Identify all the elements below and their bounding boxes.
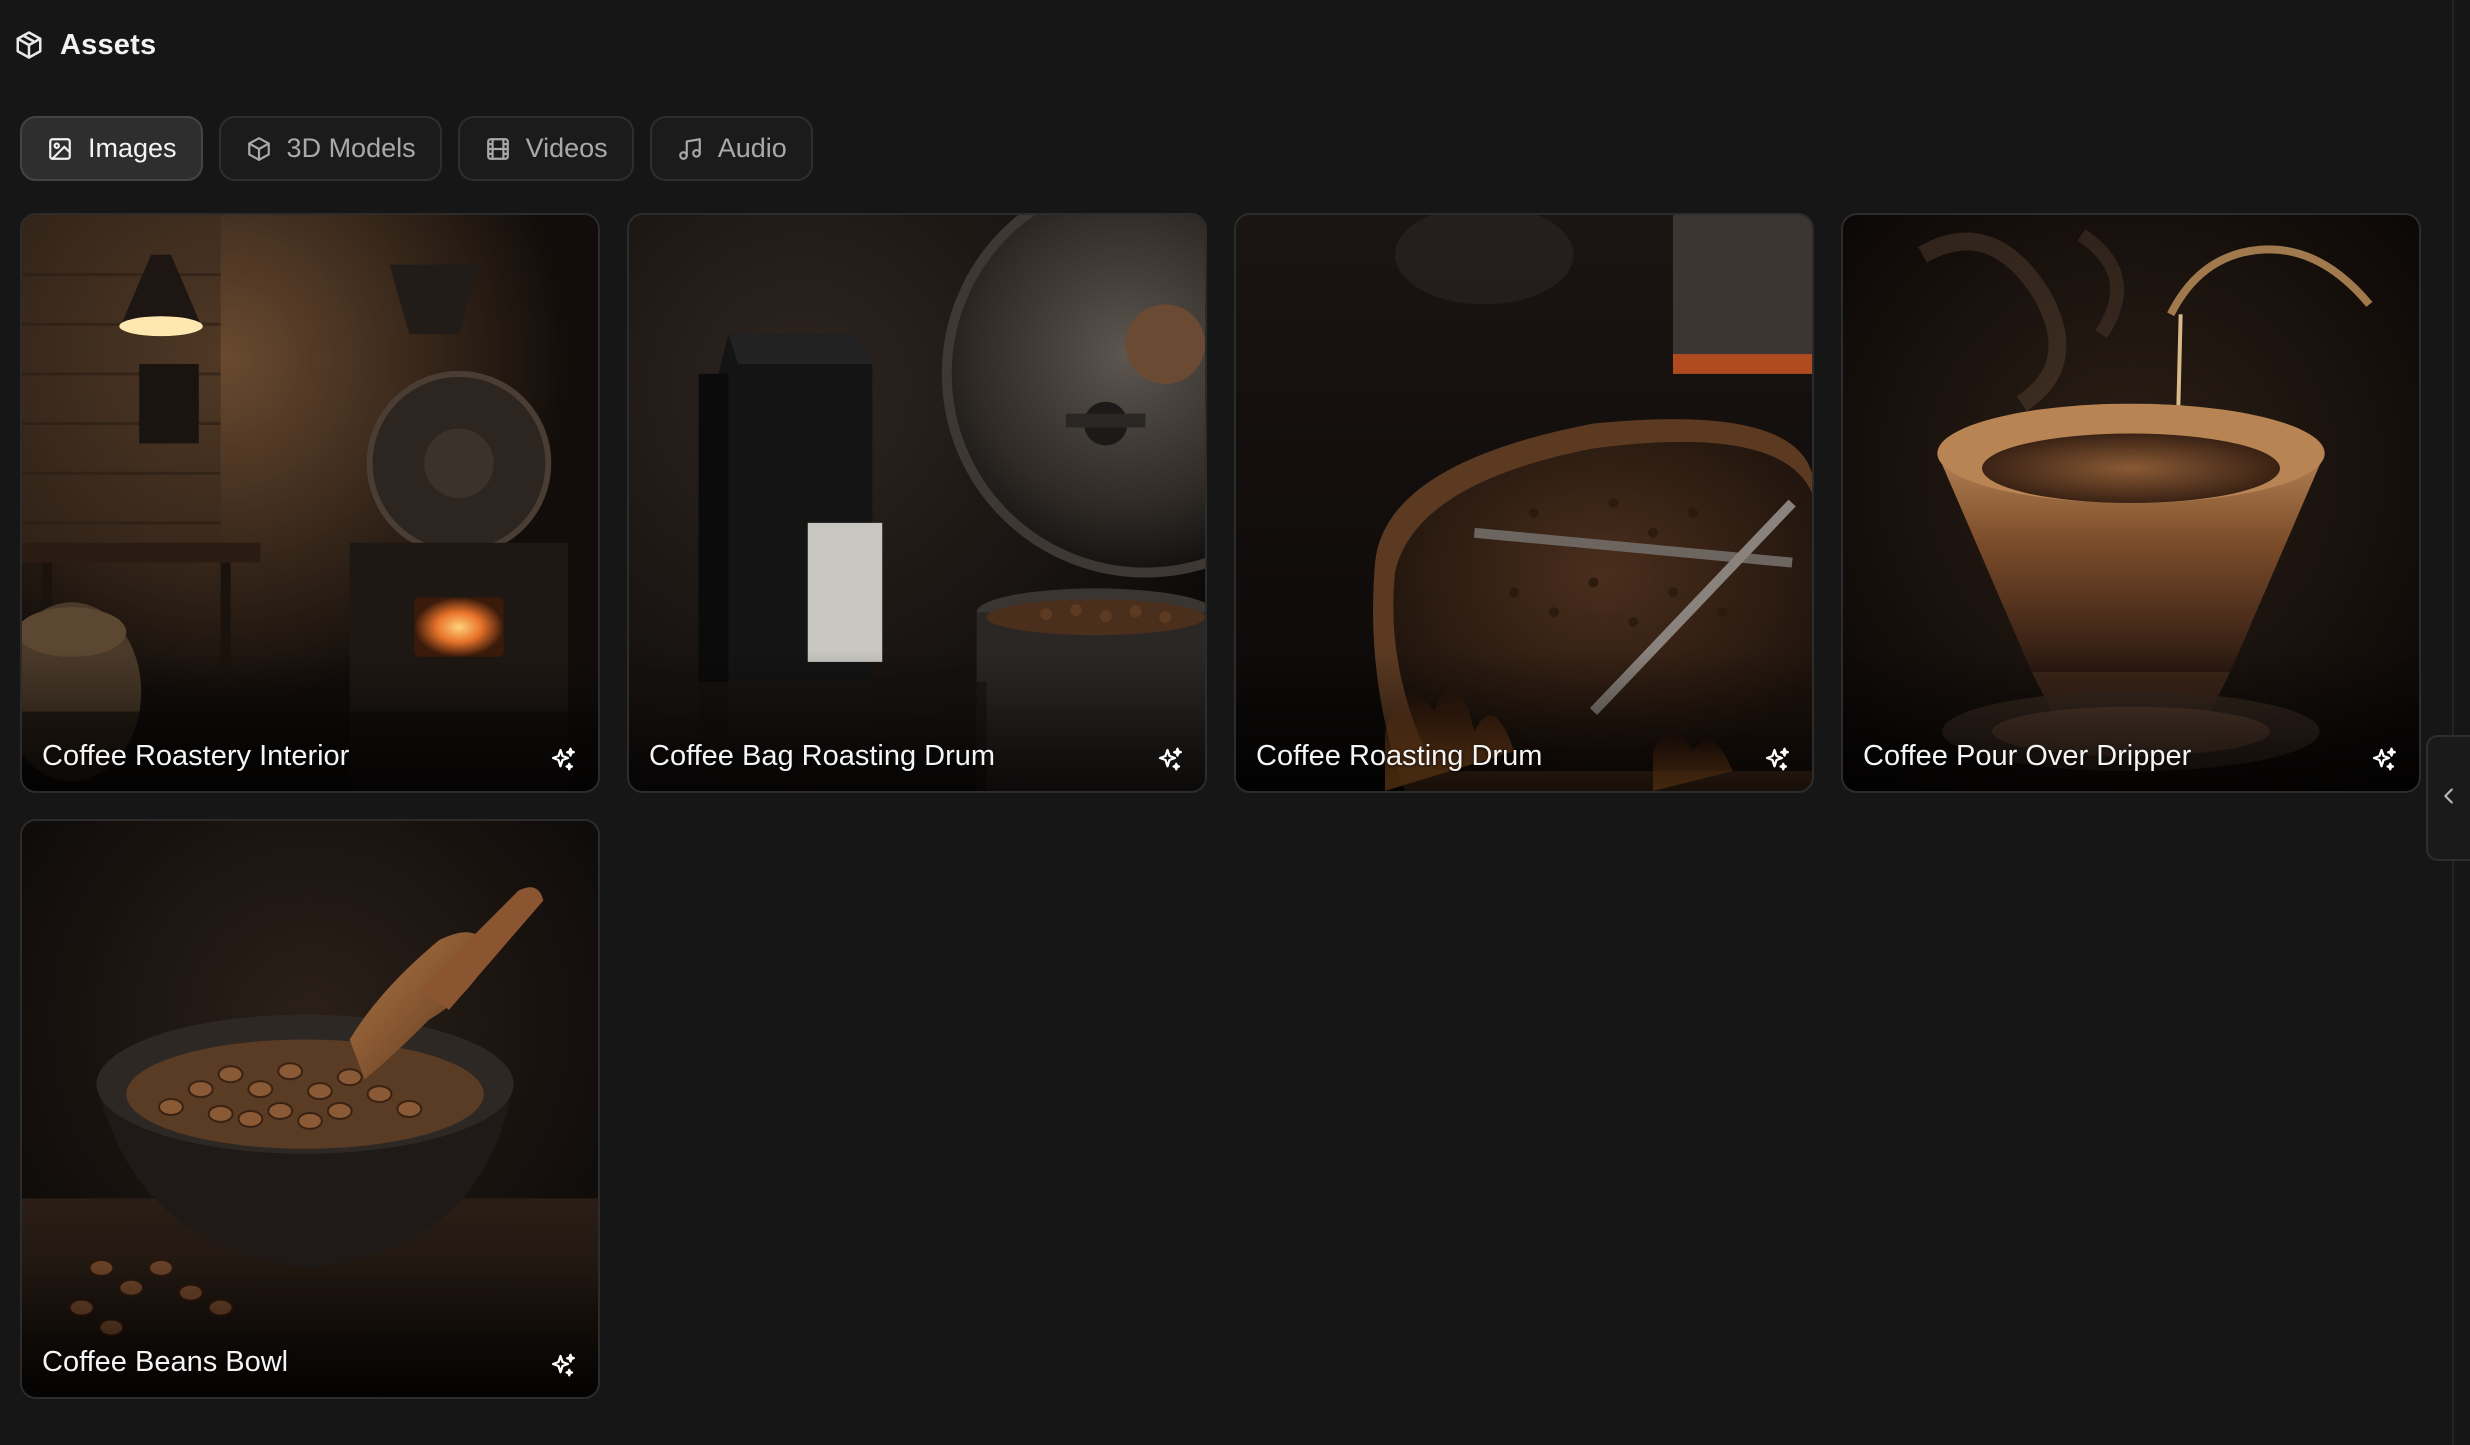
asset-card[interactable]: Coffee Beans Bowl [20,819,600,1399]
tab-images[interactable]: Images [20,116,203,181]
asset-title: Coffee Roastery Interior [42,740,350,772]
music-note-icon [676,135,704,163]
tab-label: Videos [525,133,608,163]
asset-card[interactable]: Coffee Pour Over Dripper [1841,213,2421,793]
sparkles-icon [546,1349,580,1383]
asset-title: Coffee Roasting Drum [1256,740,1543,772]
film-icon [484,135,512,163]
chevron-left-icon [2438,785,2460,812]
sparkles-icon [1760,743,1794,777]
page-scrollbar-track[interactable] [2452,0,2454,1445]
sparkles-icon [1153,743,1187,777]
tab-label: Images [88,133,177,163]
asset-title: Coffee Bag Roasting Drum [649,740,996,772]
side-panel-toggle-button[interactable] [2426,735,2470,861]
tab-label: 3D Models [286,133,416,163]
image-icon [46,135,74,163]
sparkles-icon [2367,743,2401,777]
page-header: Assets [0,0,2450,90]
asset-card[interactable]: Coffee Roastery Interior [20,213,600,793]
asset-type-tabs: Images 3D Models Videos Audio [20,116,813,181]
asset-card[interactable]: Coffee Bag Roasting Drum [627,213,1207,793]
asset-card[interactable]: Coffee Roasting Drum [1234,213,1814,793]
sparkles-icon [546,743,580,777]
cube-icon [245,135,273,163]
tab-videos[interactable]: Videos [457,116,634,181]
page-title: Assets [60,28,157,61]
tab-3d-models[interactable]: 3D Models [218,116,442,181]
asset-title: Coffee Pour Over Dripper [1863,740,2192,772]
tab-label: Audio [717,133,787,163]
asset-title: Coffee Beans Bowl [42,1346,289,1378]
cube-icon [14,30,44,60]
asset-grid: Coffee Roastery Interior Coffee Bag Roas… [20,213,2424,1399]
tab-audio[interactable]: Audio [649,116,813,181]
